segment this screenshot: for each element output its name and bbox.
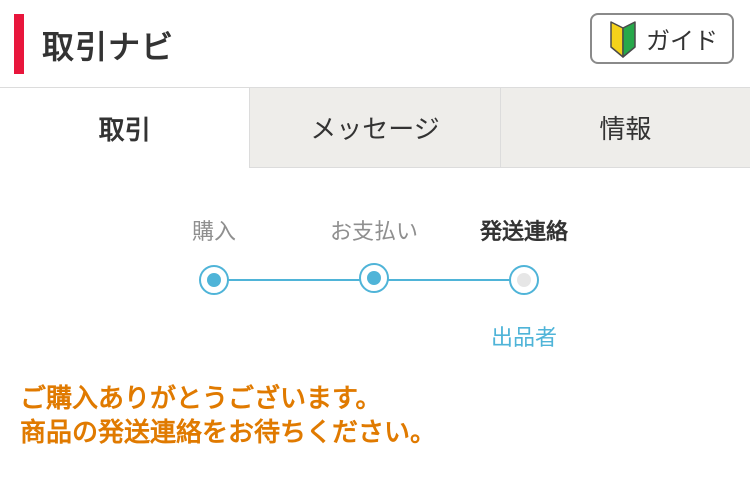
status-message-line-2: 商品の発送連絡をお待ちください。 (20, 418, 437, 448)
status-message: ご購入ありがとうございます。 商品の発送連絡をお待ちください。 (20, 382, 436, 450)
tab-messages[interactable]: メッセージ (249, 88, 500, 168)
step-dot-purchase (199, 265, 229, 295)
tab-transaction[interactable]: 取引 (0, 88, 250, 168)
step-label-shipping: 発送連絡 (479, 220, 568, 245)
step-dot-payment (359, 263, 389, 293)
tab-bar: 取引 メッセージ 情報 (0, 88, 750, 168)
step-dot-shipping (509, 265, 539, 295)
guide-button[interactable]: ガイド (590, 13, 734, 64)
step-label-payment: お支払い (329, 220, 418, 245)
progress-tracker (199, 263, 539, 295)
status-message-line-1: ご購入ありがとうございます。 (20, 384, 382, 414)
step-sub-label-seller: 出品者 (490, 326, 557, 351)
guide-button-label: ガイド (646, 27, 718, 55)
beginner-mark-icon (610, 20, 636, 58)
title-accent-bar (14, 14, 24, 74)
tab-info[interactable]: 情報 (499, 88, 750, 168)
nav-header: 取引ナビ ガイド (0, 0, 750, 88)
page-title: 取引ナビ (42, 28, 175, 66)
step-label-purchase: 購入 (191, 220, 236, 245)
